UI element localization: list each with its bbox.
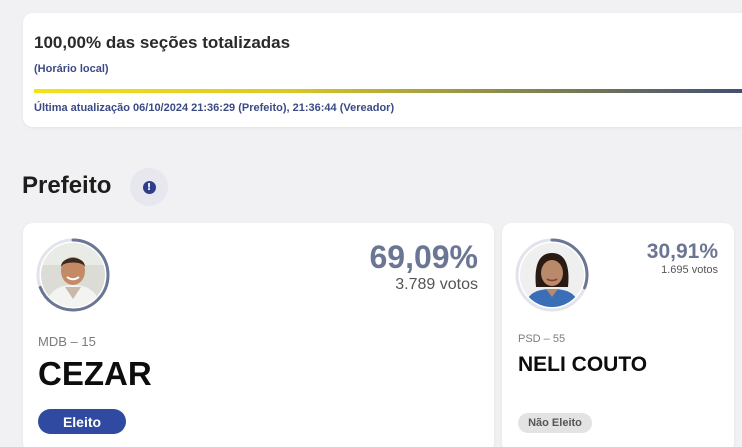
party-number: MDB – 15 bbox=[38, 334, 96, 349]
info-button[interactable]: ! bbox=[130, 168, 168, 206]
vote-percentage: 69,09% bbox=[369, 239, 478, 275]
vote-percentage: 30,91% bbox=[646, 240, 718, 263]
avatar bbox=[35, 237, 111, 313]
vote-count: 3.789 votos bbox=[395, 276, 478, 293]
avatar bbox=[514, 237, 590, 313]
candidate-photo bbox=[520, 243, 584, 307]
totalization-status-card: 100,00% das seções totalizadas (Horário … bbox=[23, 13, 742, 127]
status-badge: Eleito bbox=[38, 409, 126, 434]
candidate-photo bbox=[41, 243, 105, 307]
person-photo-icon bbox=[41, 243, 105, 307]
candidate-name: NELI COUTO bbox=[518, 353, 648, 376]
candidate-name: CEZAR bbox=[38, 355, 152, 392]
totalization-progress-bar bbox=[34, 89, 742, 93]
local-time-note: (Horário local) bbox=[34, 63, 109, 75]
last-update-text: Última atualização 06/10/2024 21:36:29 (… bbox=[34, 102, 395, 114]
candidate-card-cezar[interactable]: 69,09% 3.789 votos MDB – 15 CEZAR Eleito bbox=[23, 223, 494, 447]
candidate-card-neli-couto[interactable]: 30,91% 1.695 votos PSD – 55 NELI COUTO N… bbox=[502, 223, 734, 447]
section-title: Prefeito bbox=[22, 172, 112, 199]
vote-count: 1.695 votos bbox=[661, 264, 718, 276]
exclamation-info-icon: ! bbox=[142, 180, 156, 194]
totalization-title: 100,00% das seções totalizadas bbox=[34, 33, 291, 52]
party-number: PSD – 55 bbox=[518, 333, 566, 345]
person-photo-icon bbox=[520, 243, 584, 307]
status-badge: Não Eleito bbox=[518, 413, 592, 433]
